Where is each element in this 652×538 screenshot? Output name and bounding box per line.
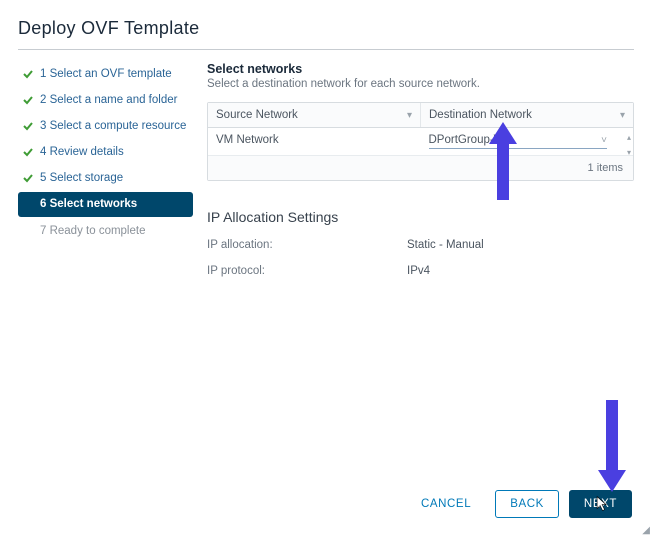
wizard-step-2[interactable]: 2 Select a name and folder [18, 88, 193, 112]
col-source-label: Source Network [216, 109, 298, 121]
table-scroll-arrows[interactable]: ▴ ▾ [627, 133, 631, 157]
wizard-step-4[interactable]: 4 Review details [18, 140, 193, 164]
ip-protocol-value: IPv4 [407, 265, 430, 277]
table-footer: 1 items [208, 156, 633, 180]
col-destination-network[interactable]: Destination Network ▾ [421, 103, 633, 127]
networks-table: Source Network ▾ Destination Network ▾ V… [207, 102, 634, 181]
table-header-row: Source Network ▾ Destination Network ▾ [208, 103, 633, 128]
step-label: 4 Review details [40, 144, 124, 160]
col-source-network[interactable]: Source Network ▾ [208, 103, 421, 127]
cancel-button[interactable]: CANCEL [407, 490, 485, 518]
scroll-down-icon[interactable]: ▾ [627, 148, 631, 157]
destination-network-value: DPortGroup-VM [429, 134, 511, 146]
wizard-sidebar: 1 Select an OVF template 2 Select a name … [18, 50, 193, 538]
checkmark-icon [22, 120, 34, 132]
wizard-step-1[interactable]: 1 Select an OVF template [18, 62, 193, 86]
checkmark-icon [22, 172, 34, 184]
checkmark-icon [22, 146, 34, 158]
ip-allocation-heading: IP Allocation Settings [207, 209, 634, 225]
col-dest-label: Destination Network [429, 109, 532, 121]
chevron-down-icon[interactable]: ˅ [601, 135, 607, 146]
wizard-step-7: 7 Ready to complete [18, 219, 193, 243]
deploy-ovf-dialog: Deploy OVF Template 1 Select an OVF temp… [0, 0, 652, 538]
table-item-count: 1 items [588, 162, 623, 174]
checkmark-icon [22, 68, 34, 80]
next-button-label: NEXT [584, 498, 617, 510]
step-label: 7 Ready to complete [40, 223, 145, 239]
dialog-title: Deploy OVF Template [18, 18, 634, 50]
wizard-main-panel: Select networks Select a destination net… [193, 50, 634, 538]
kv-row: IP protocol: IPv4 [207, 265, 634, 277]
step-label: 2 Select a name and folder [40, 92, 177, 108]
wizard-step-6[interactable]: 6 Select networks [18, 192, 193, 216]
kv-row: IP allocation: Static - Manual [207, 239, 634, 251]
scroll-up-icon[interactable]: ▴ [627, 133, 631, 142]
back-button[interactable]: BACK [495, 490, 559, 518]
dialog-body: 1 Select an OVF template 2 Select a name … [18, 50, 634, 538]
filter-icon[interactable]: ▾ [407, 110, 412, 121]
cell-source-network: VM Network [208, 128, 421, 155]
ip-allocation-label: IP allocation: [207, 239, 407, 251]
step-label: 5 Select storage [40, 170, 123, 186]
ip-protocol-label: IP protocol: [207, 265, 407, 277]
checkmark-icon [22, 94, 34, 106]
ip-allocation-value: Static - Manual [407, 239, 484, 251]
wizard-step-5[interactable]: 5 Select storage [18, 166, 193, 190]
section-subheading: Select a destination network for each so… [207, 78, 634, 90]
step-label: 1 Select an OVF template [40, 66, 172, 82]
section-heading: Select networks [207, 62, 634, 76]
filter-icon[interactable]: ▾ [620, 110, 625, 121]
table-row: VM Network DPortGroup-VM ˅ [208, 128, 633, 156]
wizard-step-3[interactable]: 3 Select a compute resource [18, 114, 193, 138]
step-label: 6 Select networks [40, 196, 137, 212]
wizard-footer: CANCEL BACK NEXT [407, 478, 648, 534]
resize-handle-icon[interactable]: ◢ [642, 525, 650, 536]
cell-destination-network[interactable]: DPortGroup-VM ˅ [421, 128, 634, 155]
next-button[interactable]: NEXT [569, 490, 632, 518]
step-label: 3 Select a compute resource [40, 118, 186, 134]
